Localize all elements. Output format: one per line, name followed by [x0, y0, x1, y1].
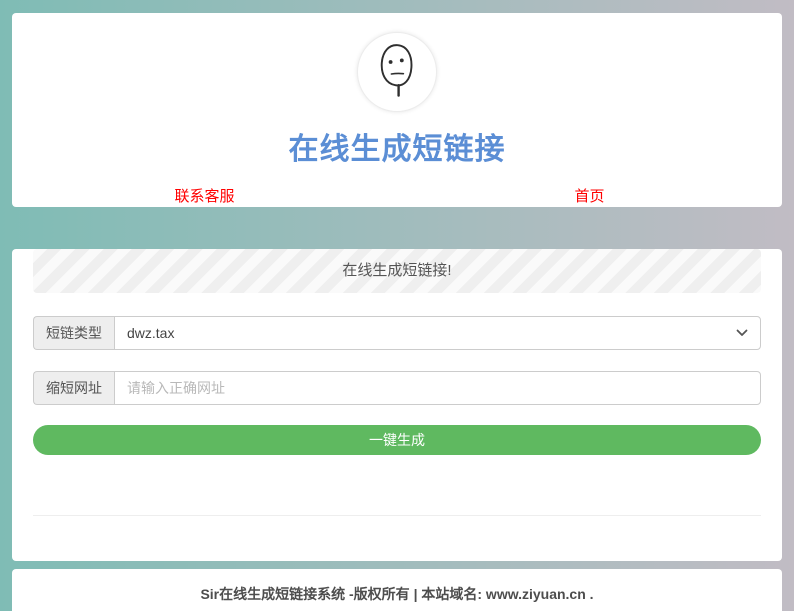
url-input-label: 缩短网址 — [33, 371, 114, 405]
copyright-text: Sir在线生成短链接系统 -版权所有 | 本站域名: www.ziyuan.cn… — [200, 586, 593, 602]
nav-link-home[interactable]: 首页 — [574, 188, 604, 205]
generator-card: 在线生成短链接! 短链类型 dwz.tax 缩短网址 一键生成 — [12, 249, 782, 561]
site-logo-avatar — [357, 32, 437, 112]
url-input[interactable] — [114, 371, 761, 405]
nav-link-contact-support[interactable]: 联系客服 — [174, 188, 234, 205]
generate-button[interactable]: 一键生成 — [33, 425, 761, 455]
meme-face-icon — [365, 38, 429, 107]
short-link-type-row: 短链类型 dwz.tax — [33, 316, 761, 350]
header-card: 在线生成短链接 联系客服 首页 — [12, 13, 782, 207]
page-background: 在线生成短链接 联系客服 首页 在线生成短链接! 短链类型 dwz.tax — [0, 0, 794, 611]
footer-bar: Sir在线生成短链接系统 -版权所有 | 本站域名: www.ziyuan.cn… — [12, 569, 782, 611]
page-title: 在线生成短链接 — [12, 124, 782, 168]
card-bottom-divider — [33, 515, 761, 516]
short-link-type-label: 短链类型 — [33, 316, 114, 350]
short-link-type-select[interactable]: dwz.tax — [114, 316, 761, 350]
url-input-row: 缩短网址 — [33, 371, 761, 405]
header-nav: 联系客服 首页 — [12, 185, 782, 206]
striped-banner: 在线生成短链接! — [33, 249, 761, 293]
